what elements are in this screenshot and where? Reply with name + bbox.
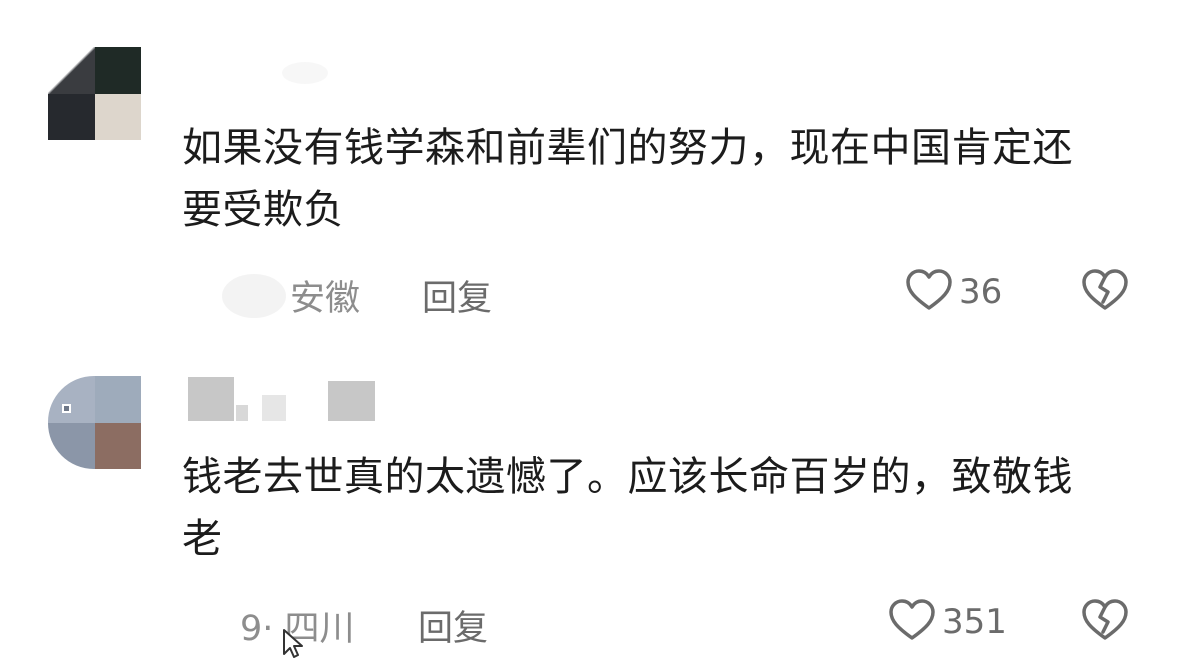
comment-text: 如果没有钱学森和前辈们的努力，现在中国肯定还要受欺负 bbox=[182, 125, 1073, 233]
date-blur bbox=[222, 274, 286, 318]
dislike-button[interactable] bbox=[1081, 598, 1129, 646]
username-blur bbox=[282, 62, 328, 84]
broken-heart-icon bbox=[1081, 599, 1129, 646]
heart-outline-icon bbox=[905, 268, 953, 316]
like-count: 351 bbox=[942, 602, 1007, 642]
broken-heart-icon bbox=[1081, 269, 1129, 316]
reply-button[interactable]: 回复 bbox=[422, 270, 492, 321]
like-button[interactable]: 351 bbox=[888, 598, 1007, 646]
avatar[interactable] bbox=[48, 376, 141, 469]
dislike-button[interactable] bbox=[1081, 268, 1129, 316]
reply-button[interactable]: 回复 bbox=[418, 600, 488, 651]
username-blur bbox=[188, 377, 234, 421]
comment-text: 钱老去世真的太遗憾了。应该长命百岁的，致敬钱老 bbox=[182, 454, 1073, 562]
like-button[interactable]: 36 bbox=[905, 268, 1002, 316]
avatar[interactable] bbox=[48, 47, 141, 140]
like-count: 36 bbox=[959, 272, 1003, 312]
comment-location: 安徽 bbox=[290, 279, 361, 319]
heart-outline-icon bbox=[888, 598, 936, 646]
cursor-icon bbox=[282, 628, 304, 662]
